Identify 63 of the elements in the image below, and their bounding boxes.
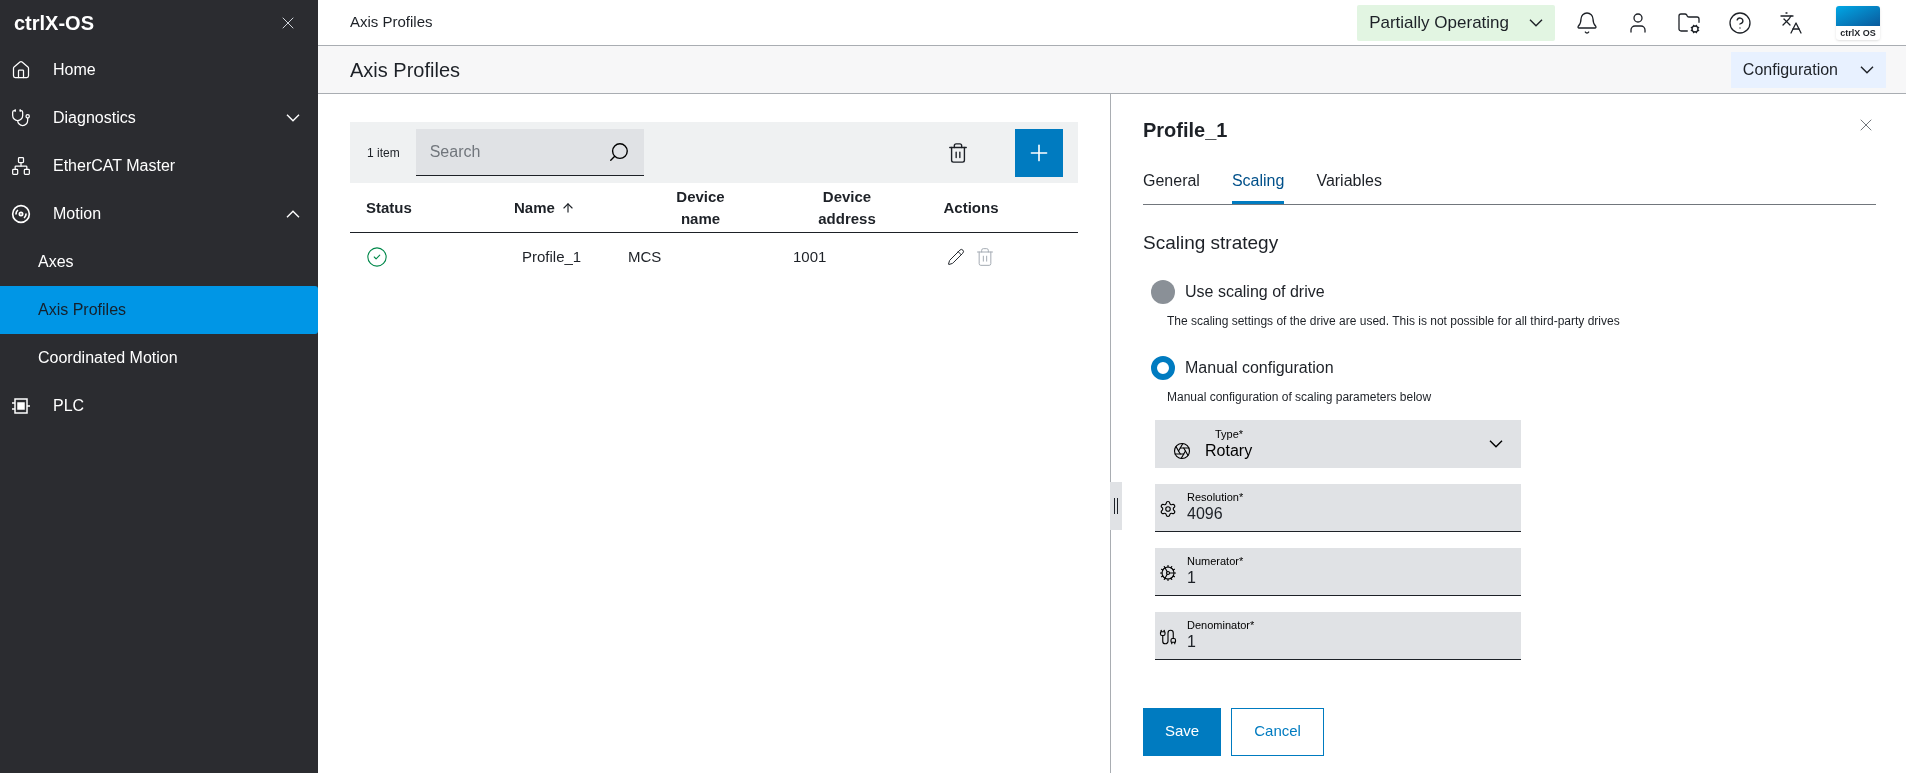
nav-subitem[interactable]: Axes — [0, 238, 318, 286]
chevron-down-icon — [1529, 18, 1543, 27]
nav-item[interactable]: PLC — [0, 382, 318, 430]
tab[interactable]: General — [1143, 160, 1200, 204]
column-header[interactable]: Device name — [628, 185, 773, 230]
splitter-handle[interactable] — [1110, 482, 1122, 530]
column-header[interactable]: Status — [350, 196, 496, 219]
nav-item[interactable]: Motion — [0, 190, 318, 238]
option-description: The scaling settings of the drive are used. This is not possible for all third-party drives — [1166, 312, 1621, 330]
home-icon — [11, 60, 31, 80]
nav-item[interactable]: EtherCAT Master — [0, 142, 318, 190]
app-logo[interactable]: ctrlX OS — [1836, 5, 1880, 40]
input-field[interactable]: Numerator* 1 — [1155, 547, 1521, 596]
radio-option[interactable]: Manual configuration — [1143, 355, 1876, 380]
tab[interactable]: Scaling — [1231, 160, 1285, 204]
bell-icon[interactable] — [1575, 10, 1599, 35]
chevron-down-icon — [1489, 439, 1503, 448]
save-button[interactable]: Save — [1143, 707, 1222, 756]
type-dropdown[interactable]: Type* Rotary — [1155, 419, 1521, 468]
page-title: Axis Profiles — [350, 57, 462, 83]
table-cell-text: 1001 — [792, 246, 828, 267]
network-icon — [11, 156, 31, 176]
help-icon[interactable] — [1728, 10, 1752, 35]
chevron-down-icon — [286, 114, 300, 122]
trash-icon[interactable] — [947, 141, 969, 164]
table-cell-text: Profile_1 — [521, 246, 583, 267]
input-field[interactable]: Denominator* 1 — [1155, 611, 1521, 660]
search-input[interactable]: Search — [429, 140, 608, 164]
tab[interactable]: Variables — [1316, 160, 1382, 204]
chevron-down-icon — [1860, 65, 1874, 74]
stethoscope-icon — [11, 108, 31, 128]
item-count: 1 item — [367, 144, 400, 162]
search-field[interactable]: Search — [415, 129, 644, 176]
folder-icon[interactable] — [1677, 10, 1701, 35]
cancel-button[interactable]: Cancel — [1231, 707, 1324, 756]
column-header[interactable]: Device address — [773, 185, 921, 230]
section-title: Scaling strategy — [1143, 231, 1280, 255]
wheel-icon — [1173, 441, 1191, 460]
field-value[interactable]: 1 — [1187, 568, 1521, 588]
status-dropdown[interactable]: Partially Operating — [1357, 4, 1555, 41]
brand-title: ctrlX-OS — [14, 11, 95, 36]
radio-option[interactable]: Use scaling of drive — [1143, 279, 1876, 304]
add-button[interactable] — [1015, 128, 1063, 177]
chevron-up-icon — [286, 210, 300, 218]
nav-subitem[interactable]: Coordinated Motion — [0, 334, 318, 382]
chip-icon — [11, 396, 31, 416]
nav-item[interactable]: Home — [0, 46, 318, 94]
table-cell-text: MCS — [628, 246, 663, 267]
column-header[interactable]: Actions — [921, 196, 1021, 219]
translate-icon[interactable] — [1779, 10, 1803, 35]
breadcrumb: Axis Profiles — [350, 12, 434, 33]
option-description: Manual configuration of scaling parameters below — [1166, 388, 1433, 406]
disc-icon — [11, 204, 31, 224]
search-icon — [607, 141, 630, 163]
mode-dropdown[interactable]: Configuration — [1730, 51, 1886, 88]
panel-title: Profile_1 — [1143, 118, 1228, 143]
nav-subitem[interactable]: Axis Profiles — [0, 286, 318, 334]
field-value[interactable]: 1 — [1187, 632, 1521, 652]
field-value[interactable]: 4096 — [1187, 504, 1521, 524]
input-field[interactable]: Resolution* 4096 — [1155, 483, 1521, 532]
nav-item[interactable]: Diagnostics — [0, 94, 318, 142]
edit-icon[interactable] — [947, 248, 965, 266]
column-header[interactable]: Name — [496, 196, 628, 219]
